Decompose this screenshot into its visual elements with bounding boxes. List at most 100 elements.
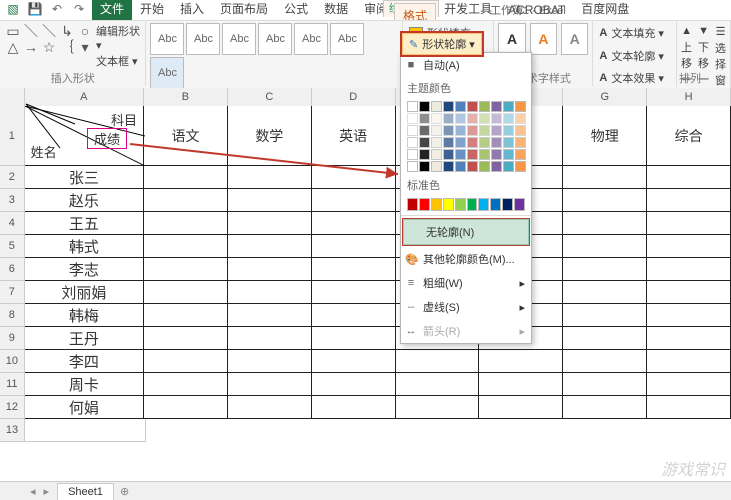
dd-dashes[interactable]: ┄虚线(S)▸: [401, 295, 531, 319]
data-cell[interactable]: [228, 396, 312, 419]
theme-swatch[interactable]: [455, 161, 466, 172]
name-cell[interactable]: 刘丽娟: [25, 281, 144, 304]
text-fill-button[interactable]: A文本填充 ▾: [597, 24, 672, 42]
shape-conn-icon[interactable]: ↳: [58, 23, 76, 39]
theme-swatch[interactable]: [467, 149, 478, 160]
data-cell[interactable]: [312, 304, 396, 327]
theme-swatch[interactable]: [491, 137, 502, 148]
name-cell[interactable]: 周卡: [25, 373, 144, 396]
std-swatch[interactable]: [467, 198, 478, 211]
text-outline-button[interactable]: A文本轮廓 ▾: [597, 47, 672, 65]
theme-swatch[interactable]: [515, 161, 526, 172]
theme-swatch[interactable]: [467, 161, 478, 172]
theme-swatch[interactable]: [479, 161, 490, 172]
wordart-preset[interactable]: A: [561, 23, 588, 55]
theme-swatch[interactable]: [479, 137, 490, 148]
data-cell[interactable]: [228, 212, 312, 235]
shape-gallery[interactable]: ▭＼＼↳○ △→☆｛▾: [4, 23, 94, 69]
data-cell[interactable]: [228, 327, 312, 350]
subject-cell[interactable]: 综合: [647, 106, 731, 166]
theme-color-grid[interactable]: [401, 99, 531, 174]
theme-swatch[interactable]: [503, 125, 514, 136]
dd-no-outline[interactable]: 无轮廓(N): [403, 219, 529, 245]
theme-swatch[interactable]: [431, 125, 442, 136]
style-preset[interactable]: Abc: [186, 23, 220, 55]
theme-swatch[interactable]: [491, 161, 502, 172]
edit-shape-button[interactable]: 编辑形状 ▾: [96, 23, 141, 52]
data-cell[interactable]: [647, 350, 731, 373]
data-cell[interactable]: [647, 189, 731, 212]
theme-swatch[interactable]: [515, 149, 526, 160]
data-cell[interactable]: [228, 373, 312, 396]
theme-swatch[interactable]: [455, 149, 466, 160]
shape-star-icon[interactable]: ☆: [40, 39, 58, 55]
worksheet[interactable]: A B C D E F G H 1 科目 成绩 姓名 语文 数学 英语 物 物理…: [0, 88, 731, 482]
row-head[interactable]: 11: [0, 373, 25, 396]
theme-swatch[interactable]: [419, 161, 430, 172]
name-cell[interactable]: 李志: [25, 258, 144, 281]
wordart-preset[interactable]: A: [530, 23, 557, 55]
data-cell[interactable]: [563, 350, 647, 373]
theme-swatch[interactable]: [407, 161, 418, 172]
theme-swatch[interactable]: [503, 113, 514, 124]
row-head[interactable]: 1: [0, 106, 25, 166]
row-head[interactable]: 7: [0, 281, 25, 304]
data-cell[interactable]: [563, 281, 647, 304]
tab-file[interactable]: 文件: [92, 0, 132, 20]
name-cell[interactable]: 韩梅: [25, 304, 144, 327]
row-head[interactable]: 8: [0, 304, 25, 327]
data-cell[interactable]: [312, 166, 396, 189]
std-swatch[interactable]: [502, 198, 513, 211]
theme-swatch[interactable]: [455, 113, 466, 124]
data-cell[interactable]: [228, 189, 312, 212]
name-cell[interactable]: 王丹: [25, 327, 144, 350]
redo-icon[interactable]: ↷: [70, 0, 88, 18]
theme-swatch[interactable]: [407, 113, 418, 124]
theme-swatch[interactable]: [431, 161, 442, 172]
std-swatch[interactable]: [443, 198, 454, 211]
name-cell[interactable]: 王五: [25, 212, 144, 235]
theme-swatch[interactable]: [503, 161, 514, 172]
data-cell[interactable]: [647, 258, 731, 281]
theme-swatch[interactable]: [431, 137, 442, 148]
theme-swatch[interactable]: [503, 101, 514, 112]
theme-swatch[interactable]: [407, 101, 418, 112]
wordart-preset[interactable]: A: [498, 23, 525, 55]
tab-baidu[interactable]: 百度网盘: [573, 0, 637, 20]
theme-swatch[interactable]: [503, 149, 514, 160]
subject-cell[interactable]: 语文: [144, 106, 228, 166]
data-cell[interactable]: [228, 281, 312, 304]
textbox-button[interactable]: 文本框 ▾: [96, 53, 141, 69]
name-cell[interactable]: 何娟: [25, 396, 144, 419]
add-sheet-button[interactable]: ⊕: [114, 483, 135, 500]
data-cell[interactable]: [228, 166, 312, 189]
subject-cell[interactable]: 物理: [563, 106, 647, 166]
theme-swatch[interactable]: [503, 137, 514, 148]
data-cell[interactable]: [144, 304, 228, 327]
style-preset[interactable]: Abc: [258, 23, 292, 55]
dd-arrows[interactable]: ↔箭头(R)▸: [401, 319, 531, 343]
dd-weight[interactable]: ≡粗细(W)▸: [401, 271, 531, 295]
theme-swatch[interactable]: [491, 101, 502, 112]
data-cell[interactable]: [228, 350, 312, 373]
shape-line-icon[interactable]: ＼: [22, 23, 40, 39]
theme-swatch[interactable]: [479, 113, 490, 124]
name-cell[interactable]: 李四: [25, 350, 144, 373]
dd-more-colors[interactable]: 🎨其他轮廓颜色(M)...: [401, 247, 531, 271]
tab-layout[interactable]: 页面布局: [212, 0, 276, 20]
data-cell[interactable]: [144, 189, 228, 212]
row-head[interactable]: 12: [0, 396, 25, 419]
theme-swatch[interactable]: [515, 113, 526, 124]
data-cell[interactable]: [479, 373, 563, 396]
theme-swatch[interactable]: [407, 137, 418, 148]
data-cell[interactable]: [563, 235, 647, 258]
shape-rect-icon[interactable]: ▭: [4, 23, 22, 39]
select-all-corner[interactable]: [0, 88, 25, 107]
row-head[interactable]: 2: [0, 166, 25, 189]
theme-swatch[interactable]: [443, 125, 454, 136]
shape-tri-icon[interactable]: △: [4, 39, 22, 55]
nav-next-icon[interactable]: ▸: [44, 485, 50, 498]
row-head[interactable]: 4: [0, 212, 25, 235]
data-cell[interactable]: [312, 212, 396, 235]
data-cell[interactable]: [647, 281, 731, 304]
